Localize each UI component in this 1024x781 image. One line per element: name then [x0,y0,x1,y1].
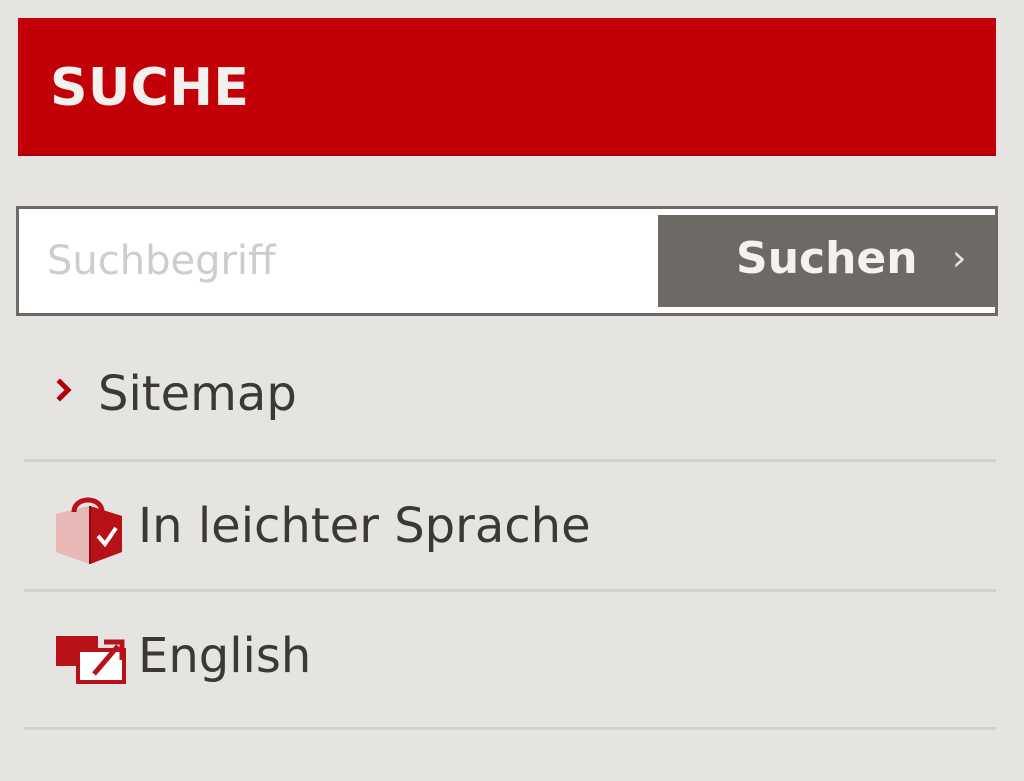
chevron-right-icon: › [952,238,967,279]
language-switch-icon [56,636,126,684]
quick-links: Sitemap In leichter Sprache English [24,330,996,730]
search-button[interactable]: Suchen › [658,215,995,307]
english-link-label: English [138,628,312,684]
search-form: Suchen › [16,206,998,316]
easy-language-link[interactable]: In leichter Sprache [24,462,996,592]
easy-language-link-label: In leichter Sprache [138,498,591,554]
search-header: SUCHE [18,18,996,156]
sitemap-link-label: Sitemap [98,366,297,422]
sitemap-link[interactable]: Sitemap [24,330,996,462]
easy-language-icon [56,497,122,564]
english-link[interactable]: English [24,592,996,730]
chevron-right-icon [56,378,72,402]
search-input[interactable] [19,209,655,313]
search-button-label: Suchen [736,233,918,284]
search-panel: SUCHE Suchen › Sitemap [0,0,1024,781]
search-header-title: SUCHE [50,58,250,118]
